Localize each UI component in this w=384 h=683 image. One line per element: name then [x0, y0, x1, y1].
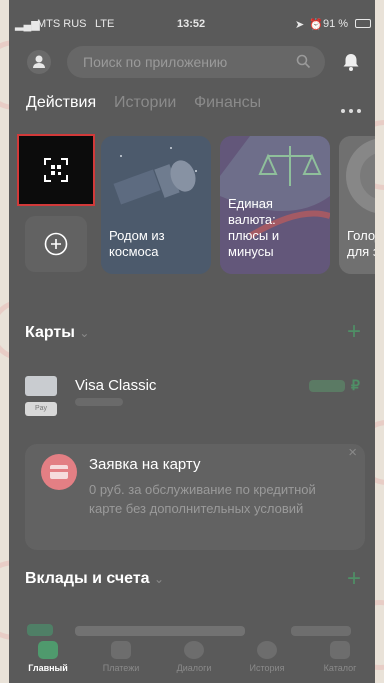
- account-icon: [27, 624, 53, 636]
- add-circle-icon: [44, 232, 68, 256]
- account-name-masked: [75, 626, 245, 636]
- nav-payments-label: Платежи: [102, 663, 140, 673]
- account-balance-masked: [291, 626, 351, 636]
- status-time: 13:52: [177, 18, 206, 30]
- chat-icon: [184, 641, 204, 659]
- search-placeholder: Поиск по приложению: [83, 54, 228, 70]
- tab-stories[interactable]: Истории: [114, 94, 176, 112]
- qr-scan-button[interactable]: [17, 134, 95, 206]
- add-deposit-button[interactable]: +: [347, 567, 361, 591]
- add-card-button[interactable]: +: [347, 320, 361, 344]
- alarm-icon: ⏰: [309, 19, 323, 31]
- chevron-down-icon: ⌄: [79, 326, 90, 340]
- notifications-button[interactable]: [337, 48, 365, 76]
- nav-history[interactable]: История: [232, 637, 302, 673]
- story-card-space[interactable]: Родом из космоса: [101, 136, 211, 274]
- story-title: Единая валюта: плюсы и минусы: [228, 196, 280, 259]
- cards-section-header[interactable]: Карты ⌄: [25, 324, 89, 342]
- nav-dialogs[interactable]: Диалоги: [159, 637, 229, 673]
- deposits-title: Вклады и счета: [25, 570, 150, 587]
- deposits-section-header[interactable]: Вклады и счета ⌄: [25, 570, 164, 588]
- story-card-hunger[interactable]: Голод для зд: [339, 136, 375, 274]
- bottom-nav: Главный Платежи Диалоги История Каталог: [9, 637, 375, 683]
- card-number-masked: [75, 398, 123, 406]
- nav-home[interactable]: Главный: [13, 637, 83, 673]
- cart-icon: [330, 641, 350, 659]
- nav-dialogs-label: Диалоги: [176, 663, 212, 673]
- signal-icon: ▂▄▆: [15, 19, 40, 31]
- apple-pay-badge: Pay: [25, 402, 57, 416]
- add-shortcut-button[interactable]: [25, 216, 87, 272]
- search-icon: [296, 54, 311, 69]
- story-title: Голод для зд: [347, 228, 375, 259]
- card-thumbnail: [25, 376, 57, 396]
- close-icon[interactable]: ×: [348, 444, 357, 461]
- profile-icon: [33, 55, 45, 68]
- chevron-down-icon: ⌄: [154, 572, 165, 586]
- network-type: LTE: [95, 18, 115, 30]
- story-title: Родом из космоса: [109, 228, 165, 259]
- bell-icon: [343, 54, 359, 71]
- credit-card-icon: [41, 454, 77, 490]
- app-screen: ▂▄▆ MTS RUS LTE 13:52 ➤ ⏰ 91 % Поиск по …: [9, 0, 375, 683]
- more-button[interactable]: [337, 100, 361, 118]
- nav-home-label: Главный: [28, 663, 68, 673]
- card-application-promo[interactable]: Заявка на карту 0 руб. за обслуживание п…: [25, 444, 365, 550]
- battery-icon: [355, 19, 371, 28]
- status-bar: ▂▄▆ MTS RUS LTE 13:52 ➤ ⏰ 91 %: [9, 0, 375, 44]
- story-card-currency[interactable]: Единая валюта: плюсы и минусы: [220, 136, 330, 274]
- tab-actions[interactable]: Действия: [26, 94, 96, 112]
- promo-text: 0 руб. за обслуживание по кредитной карт…: [89, 482, 316, 516]
- carrier: MTS RUS: [37, 18, 87, 30]
- clock-icon: [257, 641, 277, 659]
- card-balance-masked: [309, 380, 345, 392]
- nav-catalog[interactable]: Каталог: [305, 637, 375, 673]
- battery-percent: 91 %: [323, 18, 349, 30]
- location-icon: ➤: [295, 19, 305, 31]
- more-icon: [337, 100, 361, 117]
- transfer-icon: [111, 641, 131, 659]
- currency-sign: ₽: [351, 377, 360, 393]
- card-name: Visa Classic: [75, 377, 157, 394]
- profile-button[interactable]: [27, 50, 51, 74]
- promo-title: Заявка на карту: [89, 456, 201, 473]
- nav-history-label: История: [249, 663, 285, 673]
- top-bar: Поиск по приложению: [9, 44, 375, 80]
- nav-payments[interactable]: Платежи: [86, 637, 156, 673]
- search-input[interactable]: Поиск по приложению: [67, 46, 325, 78]
- qr-icon: [44, 158, 68, 182]
- nav-catalog-label: Каталог: [323, 663, 357, 673]
- home-icon: [38, 641, 58, 659]
- tab-finance[interactable]: Финансы: [194, 94, 261, 112]
- cards-title: Карты: [25, 324, 75, 341]
